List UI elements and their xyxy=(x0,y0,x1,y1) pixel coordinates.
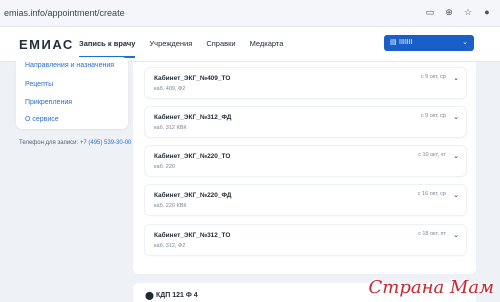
location-address: КДП 121 Ф 4 xyxy=(156,292,198,299)
chevron-down-icon[interactable]: ⌄ xyxy=(453,231,459,239)
bookmark-star-icon[interactable]: ☆ xyxy=(463,7,473,17)
side-menu: Направления и назначения Рецепты Прикреп… xyxy=(16,57,128,129)
room-date: с 18 окт, пт xyxy=(418,231,446,237)
nav-certificates[interactable]: Справки xyxy=(206,39,235,56)
room-location: каб. 220 xyxy=(154,164,175,170)
room-location: каб. 312, Ф2 xyxy=(154,243,186,249)
room-card[interactable]: Кабинет_ЭКГ_№220_ТО каб. 220 с 10 окт, ч… xyxy=(145,146,466,176)
zoom-icon[interactable]: ⊕ xyxy=(444,7,454,17)
chevron-down-icon: ⌄ xyxy=(462,39,468,46)
watermark: Страна Мам xyxy=(368,277,495,298)
side-link-attachments[interactable]: Прикрепления xyxy=(25,99,72,106)
chevron-down-icon[interactable]: ⌄ xyxy=(453,152,459,160)
chevron-down-icon[interactable]: ⌄ xyxy=(453,191,459,199)
room-card[interactable]: Кабинет_ЭКГ_№312_ФД каб. 312 КВК с 9 окт… xyxy=(145,107,466,137)
phone-label: Телефон для записи: xyxy=(19,140,79,146)
url-text[interactable]: emias.info/appointment/create xyxy=(4,8,125,18)
room-card[interactable]: Кабинет_ЭКГ_№409_ТО каб. 409, Ф2 с 9 окт… xyxy=(145,68,466,98)
profile-icon[interactable]: ● xyxy=(482,7,492,17)
room-name: Кабинет_ЭКГ_№220_ФД xyxy=(154,192,232,199)
side-link-about[interactable]: О сервисе xyxy=(25,116,59,123)
room-name: Кабинет_ЭКГ_№312_ФД xyxy=(154,114,232,121)
cast-icon[interactable]: ▭ xyxy=(425,7,435,17)
side-link-prescriptions[interactable]: Рецепты xyxy=(25,81,53,88)
booking-phone: Телефон для записи: +7 (495) 539-30-00 xyxy=(19,140,131,146)
nav-institutions[interactable]: Учреждения xyxy=(149,39,192,56)
phone-number[interactable]: +7 (495) 539-30-00 xyxy=(80,140,132,146)
room-date: с 9 окт, ср xyxy=(420,74,446,80)
nav-medcard[interactable]: Медкарта xyxy=(250,39,284,56)
room-name: Кабинет_ЭКГ_№409_ТО xyxy=(154,75,231,82)
emias-logo[interactable]: ЕМИАС xyxy=(19,37,74,52)
room-location: каб. 220 КВК xyxy=(154,203,187,209)
room-name: Кабинет_ЭКГ_№220_ТО xyxy=(154,153,231,160)
nav-appointment[interactable]: Запись к врачу xyxy=(79,39,136,58)
room-card[interactable]: Кабинет_ЭКГ_№220_ФД каб. 220 КВК с 16 ок… xyxy=(145,185,466,215)
room-location: каб. 409, Ф2 xyxy=(154,86,186,92)
room-location: каб. 312 КВК xyxy=(154,125,187,131)
chevron-down-icon[interactable]: ⌄ xyxy=(453,74,459,82)
room-card[interactable]: Кабинет_ЭКГ_№312_ТО каб. 312, Ф2 с 18 ок… xyxy=(145,225,466,255)
user-name: IIIIIII xyxy=(399,39,413,46)
card-icon: ▤ xyxy=(390,39,397,46)
room-date: с 10 окт, чт xyxy=(418,152,446,158)
room-name: Кабинет_ЭКГ_№312_ТО xyxy=(154,232,231,239)
browser-address-bar[interactable]: emias.info/appointment/create ▭ ⊕ ☆ ● xyxy=(0,0,500,27)
browser-toolbar-icons: ▭ ⊕ ☆ ● xyxy=(425,7,492,17)
chevron-down-icon[interactable]: ⌄ xyxy=(453,113,459,121)
room-date: с 16 окт, ср xyxy=(417,191,446,197)
user-menu-button[interactable]: ▤ IIIIIII ⌄ xyxy=(384,35,474,51)
room-date: с 9 окт, ср xyxy=(420,113,446,119)
side-link-referrals[interactable]: Направления и назначения xyxy=(25,62,114,69)
location-pin-icon: ⬤ xyxy=(145,291,154,300)
rooms-panel: Кабинет_ЭКГ_№409_ТО каб. 409, Ф2 с 9 окт… xyxy=(133,62,476,274)
main-nav: Запись к врачу Учреждения Справки Медкар… xyxy=(79,39,284,58)
